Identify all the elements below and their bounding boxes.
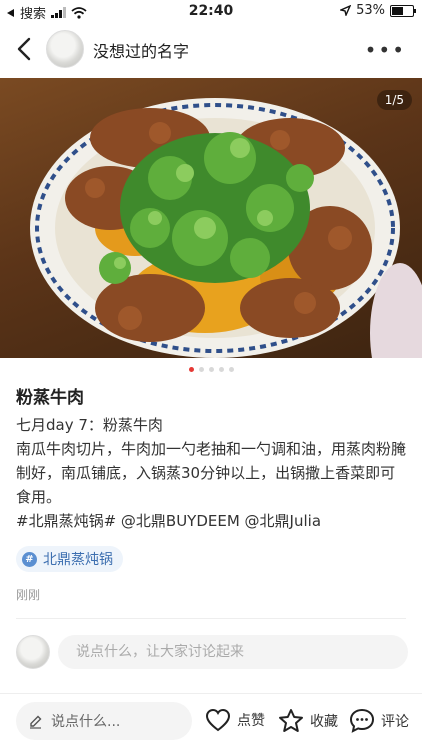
pencil-icon: [30, 715, 42, 729]
location-arrow-icon: [340, 5, 352, 16]
back-chevron-icon[interactable]: [14, 36, 36, 62]
like-label: 点赞: [237, 713, 265, 729]
status-right: 53%: [340, 3, 416, 18]
heart-icon: [205, 708, 231, 732]
say-placeholder: 说点什么...: [51, 714, 121, 730]
battery-fill: [392, 6, 403, 15]
favorite-button[interactable]: 收藏: [278, 708, 338, 733]
gallery-indicator: [0, 367, 422, 372]
post-image[interactable]: 1/5: [0, 78, 422, 358]
author-avatar[interactable]: [46, 30, 84, 68]
say-something-input[interactable]: 说点什么...: [16, 702, 192, 740]
post-body: 七月day 7：粉蒸牛肉 南瓜牛肉切片，牛肉加一勺老抽和一勺调和油，用蒸肉粉腌制…: [16, 413, 408, 533]
comment-label: 评论: [381, 713, 409, 730]
battery-percent: 53%: [356, 3, 385, 18]
hashtag-icon: #: [22, 551, 37, 567]
post-time: 刚刚: [16, 588, 41, 602]
divider: [16, 618, 406, 619]
star-icon: [279, 709, 303, 732]
user-avatar: [16, 635, 50, 669]
gallery-dot: [208, 367, 214, 372]
more-options-icon[interactable]: •••: [365, 38, 406, 62]
author-name[interactable]: 没想过的名字: [93, 38, 189, 62]
gallery-dot: [228, 367, 234, 372]
favorite-label: 收藏: [310, 713, 338, 730]
status-bar: 搜索 22:40 53%: [0, 0, 422, 22]
like-button[interactable]: 点赞: [205, 708, 265, 732]
post-line: 七月day 7：粉蒸牛肉: [16, 416, 163, 434]
post-hashtags[interactable]: #北鼎蒸炖锅# @北鼎BUYDEEM @北鼎Julia: [16, 509, 408, 533]
topic-tag[interactable]: # 北鼎蒸炖锅: [16, 546, 123, 572]
post-line: 南瓜牛肉切片，牛肉加一勺老抽和一勺调和油，用蒸肉粉腌制好，南瓜铺底，入锅蒸30分…: [16, 440, 407, 506]
gallery-dot: [218, 367, 224, 372]
gallery-dot: [198, 367, 204, 372]
post-title: 粉蒸牛肉: [16, 388, 84, 408]
gallery-dot: [188, 367, 194, 372]
food-photo-illustration: [30, 98, 422, 358]
nav-bar: 没想过的名字 •••: [0, 26, 422, 72]
comment-bubble-icon: [349, 708, 375, 733]
comment-button[interactable]: 评论: [349, 708, 409, 733]
bottom-action-bar: 说点什么... 点赞 收藏 评论: [0, 693, 422, 750]
battery-icon: [390, 4, 416, 17]
image-counter: 1/5: [376, 90, 412, 110]
topic-tag-label: 北鼎蒸炖锅: [43, 552, 113, 568]
comment-input[interactable]: 说点什么，让大家讨论起来: [58, 635, 408, 669]
